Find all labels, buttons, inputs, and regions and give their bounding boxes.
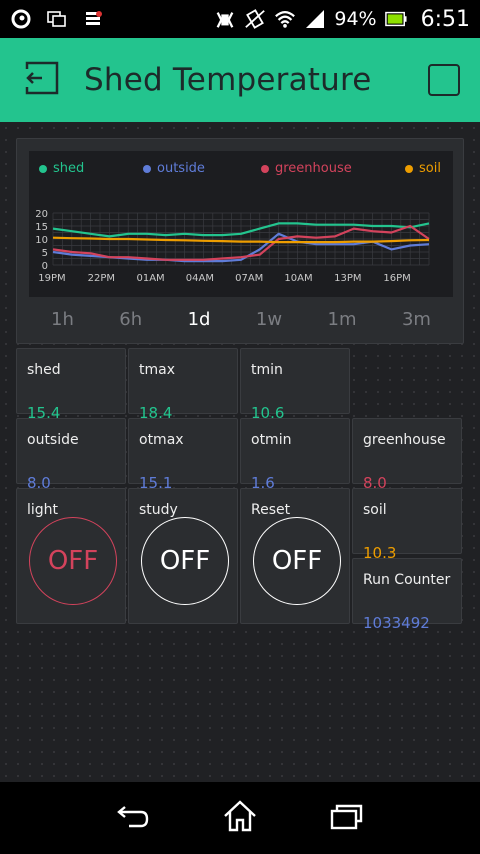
y-tick-label: 0 — [42, 261, 48, 272]
display-label: shed — [27, 362, 61, 378]
history-graph-widget[interactable]: shed outside greenhouse soil 0 5 10 15 20 19P… — [16, 138, 464, 344]
clock: 6:51 — [420, 6, 470, 32]
display-label: tmin — [251, 362, 283, 378]
y-tick-label: 5 — [42, 248, 48, 259]
x-tick-label: 07AM — [235, 273, 263, 284]
range-6h[interactable]: 6h — [119, 309, 142, 330]
value-display-outside[interactable]: outside 8.0 — [16, 418, 126, 489]
home-button[interactable] — [218, 796, 262, 840]
x-tick-label: 16PM — [383, 273, 410, 284]
back-icon — [115, 801, 151, 835]
display-value: 10.6 — [251, 404, 285, 419]
display-value: 8.0 — [363, 474, 387, 489]
x-tick-label: 13PM — [334, 273, 361, 284]
range-3m[interactable]: 3m — [402, 309, 431, 330]
light-toggle-button[interactable]: OFF — [29, 517, 117, 605]
display-label: outside — [27, 432, 79, 448]
recents-icon — [329, 801, 365, 835]
display-value: 1033492 — [363, 614, 430, 629]
app-header: Shed Temperature — [0, 38, 480, 122]
reset-toggle-button[interactable]: OFF — [253, 517, 341, 605]
status-bar: 94% 6:51 — [0, 0, 480, 38]
display-label: Run Counter — [363, 572, 451, 588]
wifi-icon — [274, 8, 296, 30]
line-chart: 0 5 10 15 20 19PM 22PM 01AM 04AM 07AM 10AM 13PM 16PM — [35, 209, 430, 284]
value-display-greenhouse[interactable]: greenhouse 8.0 — [352, 418, 462, 489]
system-nav-bar — [0, 782, 480, 854]
edit-mode-button[interactable] — [428, 64, 460, 96]
y-tick-label: 20 — [35, 209, 48, 220]
study-toggle-button[interactable]: OFF — [141, 517, 229, 605]
button-widget-reset: Reset OFF — [240, 488, 350, 624]
y-tick-label: 15 — [35, 222, 48, 233]
vibrate-icon — [244, 8, 266, 30]
range-1h[interactable]: 1h — [51, 309, 74, 330]
button-widget-light: light OFF — [16, 488, 126, 624]
display-label: otmin — [251, 432, 292, 448]
range-1w[interactable]: 1w — [256, 309, 282, 330]
value-display-tmax[interactable]: tmax 18.4 — [128, 348, 238, 419]
display-value: 18.4 — [139, 404, 173, 419]
range-1d[interactable]: 1d — [188, 309, 211, 330]
button-label: light — [27, 502, 59, 518]
value-display-otmin[interactable]: otmin 1.6 — [240, 418, 350, 489]
display-value: 15.4 — [27, 404, 61, 419]
nfc-icon — [214, 8, 236, 30]
chart-area: shed outside greenhouse soil 0 5 10 15 20 19P… — [29, 151, 453, 297]
x-tick-label: 19PM — [38, 273, 65, 284]
recents-button[interactable] — [325, 796, 369, 840]
value-display-soil[interactable]: soil 10.3 — [352, 488, 462, 559]
button-widget-study: study OFF — [128, 488, 238, 624]
back-button[interactable] — [111, 796, 155, 840]
y-tick-label: 10 — [35, 235, 48, 246]
display-value: 8.0 — [27, 474, 51, 489]
page-title: Shed Temperature — [84, 62, 372, 98]
display-value: 10.3 — [363, 544, 397, 559]
x-tick-label: 10AM — [284, 273, 312, 284]
notification-icon — [82, 8, 104, 30]
button-label: Reset — [251, 502, 291, 518]
value-display-shed[interactable]: shed 15.4 — [16, 348, 126, 419]
display-value: 1.6 — [251, 474, 275, 489]
x-tick-label: 01AM — [136, 273, 164, 284]
display-label: tmax — [139, 362, 175, 378]
x-tick-label: 04AM — [186, 273, 214, 284]
display-label: soil — [363, 502, 387, 518]
display-label: otmax — [139, 432, 184, 448]
vodafone-icon — [10, 8, 32, 30]
x-tick-label: 22PM — [88, 273, 115, 284]
battery-icon — [384, 8, 407, 30]
display-label: greenhouse — [363, 432, 446, 448]
home-icon — [222, 799, 258, 837]
dashboard-canvas: shed outside greenhouse soil 0 5 10 15 20 19P… — [0, 122, 480, 782]
value-display-otmax[interactable]: otmax 15.1 — [128, 418, 238, 489]
period-selector: 1h 6h 1d 1w 1m 3m — [29, 299, 453, 339]
signal-icon — [304, 8, 326, 30]
screen-mirror-icon — [46, 8, 68, 30]
button-label: study — [139, 502, 178, 518]
range-1m[interactable]: 1m — [328, 309, 357, 330]
exit-icon — [23, 60, 60, 100]
value-display-tmin[interactable]: tmin 10.6 — [240, 348, 350, 419]
value-display-run-counter[interactable]: Run Counter 1033492 — [352, 558, 462, 629]
battery-percent: 94% — [334, 8, 377, 30]
exit-project-button[interactable] — [22, 60, 62, 100]
display-value: 15.1 — [139, 474, 173, 489]
